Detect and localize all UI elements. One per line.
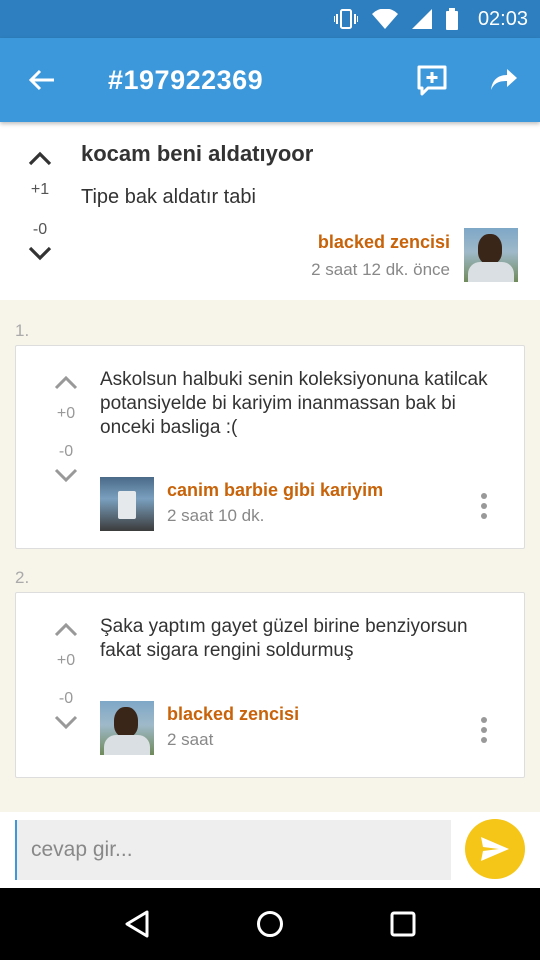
upvote-icon[interactable] <box>53 370 79 396</box>
author-name[interactable]: blacked zencisi <box>167 701 299 727</box>
reply-input[interactable] <box>15 820 451 880</box>
downvote-count: -0 <box>58 690 74 707</box>
entry-author-block: blacked zencisi 2 saat <box>167 701 299 753</box>
topic-vote: +1 -0 <box>12 146 68 266</box>
avatar[interactable] <box>100 701 154 755</box>
downvote-count: -0 <box>32 221 48 238</box>
downvote-icon[interactable] <box>53 709 79 735</box>
entry-text: Şaka yaptım gayet güzel birine benziyors… <box>100 616 468 661</box>
entry-vote: +0 -0 <box>38 370 94 488</box>
downvote-count: -0 <box>58 443 74 460</box>
send-icon <box>481 837 509 861</box>
nav-home-icon[interactable] <box>240 894 300 954</box>
battery-icon <box>445 8 458 30</box>
wifi-icon <box>371 9 398 29</box>
entry-text: Askolsun halbuki senin koleksiyonuna kat… <box>100 369 488 438</box>
signal-icon <box>411 9 432 29</box>
upvote-icon[interactable] <box>27 146 53 172</box>
post-time: 2 saat <box>167 730 214 749</box>
upvote-count: +0 <box>56 405 76 422</box>
more-options-icon[interactable] <box>474 493 494 519</box>
post-time: 2 saat 12 dk. önce <box>311 260 450 279</box>
avatar[interactable] <box>100 477 154 531</box>
share-icon[interactable] <box>468 38 540 122</box>
add-entry-icon[interactable] <box>396 38 468 122</box>
status-time: 02:03 <box>477 7 528 30</box>
topic-title: kocam beni aldatıyoor <box>81 141 314 166</box>
avatar[interactable] <box>464 228 518 282</box>
topic-body: Tipe bak aldatır tabi <box>81 186 256 208</box>
author-name[interactable]: canim barbie gibi kariyim <box>167 477 383 503</box>
downvote-icon[interactable] <box>53 462 79 488</box>
app-bar: #197922369 <box>0 38 540 122</box>
more-options-icon[interactable] <box>474 717 494 743</box>
author-name[interactable]: blacked zencisi <box>311 229 450 256</box>
topic-header: +1 -0 kocam beni aldatıyoor Tipe bak ald… <box>0 122 540 300</box>
entry-index: 1. <box>15 321 30 340</box>
nav-recents-icon[interactable] <box>373 894 433 954</box>
status-bar: 02:03 <box>0 0 540 38</box>
entry-card: +0 -0 Şaka yaptım gayet güzel birine ben… <box>15 592 525 778</box>
nav-back-icon[interactable] <box>107 894 167 954</box>
entry-index: 2. <box>15 568 30 587</box>
reply-bar <box>0 812 540 888</box>
page-title: #197922369 <box>108 64 264 95</box>
downvote-icon[interactable] <box>27 240 53 266</box>
upvote-icon[interactable] <box>53 617 79 643</box>
back-arrow-icon[interactable] <box>0 38 84 122</box>
system-nav-bar <box>0 888 540 960</box>
upvote-count: +1 <box>30 181 50 198</box>
entry-author-block: canim barbie gibi kariyim 2 saat 10 dk. <box>167 477 383 529</box>
upvote-count: +0 <box>56 652 76 669</box>
topic-author-block: blacked zencisi 2 saat 12 dk. önce <box>311 229 450 283</box>
vibrate-icon <box>333 8 358 30</box>
entry-card: +0 -0 Askolsun halbuki senin koleksiyonu… <box>15 345 525 549</box>
entry-vote: +0 -0 <box>38 617 94 735</box>
send-button[interactable] <box>465 819 525 879</box>
post-time: 2 saat 10 dk. <box>167 506 265 525</box>
